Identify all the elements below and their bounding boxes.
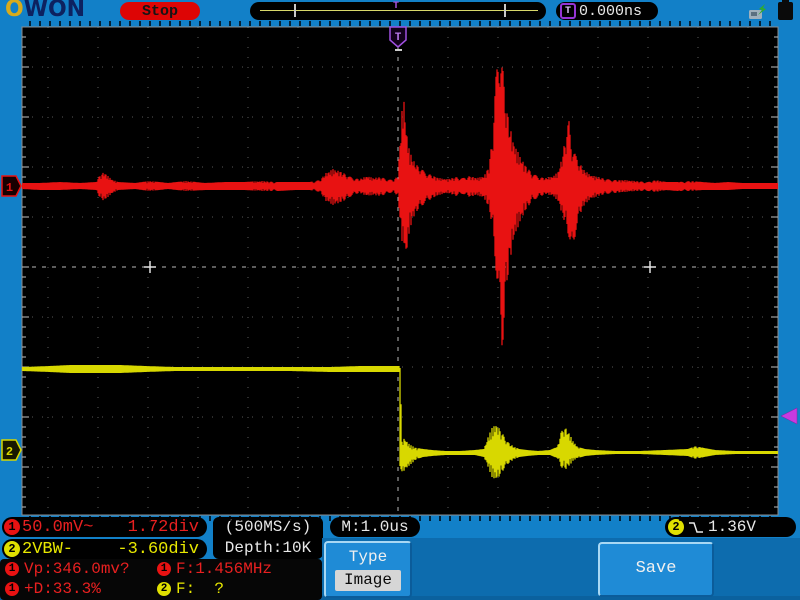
memory-trigger-position-icon: T [393,1,400,12]
measurement-freq-ch2-badge: 2 [157,582,171,596]
trigger-level-value: 1.36V [708,518,757,536]
save-button[interactable]: Save [598,542,714,597]
type-button[interactable]: Type Image [324,541,412,598]
brand-logo: OWON [5,0,85,22]
ch1-position: 1.72div [127,517,199,537]
memory-bracket-left [294,4,296,17]
timebase-value: M:1.0us [341,518,409,536]
measurement-vp: 1 Vp:346.0mv? [0,560,152,578]
measurement-vp-value: Vp:346.0mv? [24,560,130,578]
memory-bracket-right [504,4,506,17]
brand-logo-o: O [5,0,24,22]
trigger-t-icon: T [560,3,576,19]
brand-logo-rest: WON [23,0,86,22]
timebase-pill: M:1.0us [330,517,420,537]
measurement-duty: 1 +D:33.3% [0,580,152,598]
svg-text:1: 1 [6,181,13,195]
usb-storage-icon [749,4,766,19]
measurement-freq-ch1-badge: 1 [157,562,171,576]
measurement-freq-ch1-value: F:1.456MHz [176,560,273,578]
measurement-freq-ch2: 2 F: ? [152,580,318,598]
trigger-status-pill: 2 1.36V [665,517,796,537]
sample-rate: (500MS/s) [224,518,312,536]
ch2-status-pill: 2 2VBW- -3.60div [2,539,207,559]
run-stop-indicator[interactable]: Stop [120,2,200,20]
measurements-panel: 1 Vp:346.0mv? 1 F:1.456MHz 1 +D:33.3% 2 … [0,559,322,600]
oscilloscope-screen: OWON Stop T T 0.000ns T 1 2 1 50.0mV~ 1.72… [0,0,800,600]
svg-text:2: 2 [6,445,13,459]
falling-edge-icon [689,521,703,533]
trigger-source-badge: 2 [668,519,684,535]
measurement-duty-value: +D:33.3% [24,580,101,598]
ch2-badge: 2 [4,541,20,557]
ch1-badge: 1 [4,519,20,535]
trigger-level-arrow [780,407,798,425]
trigger-time-readout: T 0.000ns [556,2,658,20]
ch2-zero-flag [1,439,22,461]
memory-depth: Depth:10K [224,539,312,557]
ch1-status-pill: 1 50.0mV~ 1.72div [2,517,207,537]
measurement-duty-badge: 1 [5,582,19,596]
save-button-label: Save [635,559,677,578]
trigger-time-value: 0.000ns [579,2,643,20]
graticule [22,27,778,515]
acquisition-info-box: (500MS/s) Depth:10K [213,517,323,559]
run-stop-label: Stop [141,2,178,20]
type-button-label: Type [348,548,388,566]
ch2-position: -3.60div [117,539,199,559]
type-button-value[interactable]: Image [335,570,401,591]
battery-icon [778,0,793,20]
memory-window-bar[interactable]: T [250,1,546,20]
ch1-zero-flag [1,175,22,197]
measurement-vp-badge: 1 [5,562,19,576]
ch1-scale: 50.0mV~ [22,517,94,537]
ch2-scale: 2VBW- [22,539,74,559]
measurement-freq-ch2-value: F: ? [176,580,225,598]
measurement-freq-ch1: 1 F:1.456MHz [152,560,318,578]
